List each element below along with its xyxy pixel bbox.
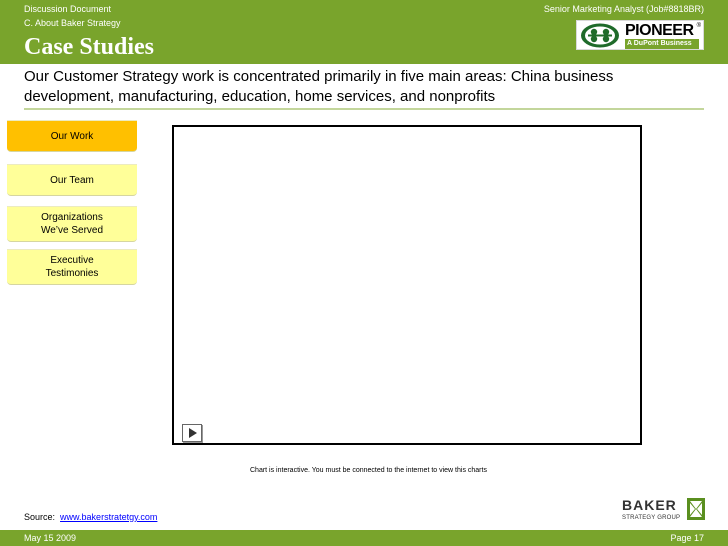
tab-our-team[interactable]: Our Team xyxy=(7,164,137,196)
baker-logo-sub: STRATEGY GROUP xyxy=(622,515,681,521)
tab-our-work[interactable]: Our Work xyxy=(7,120,137,152)
footer-bar: May 15 2009 Page 17 xyxy=(0,530,728,546)
tab-executive-testimonies[interactable]: Executive Testimonies xyxy=(7,249,137,285)
tab-label: Executive Testimonies xyxy=(45,255,99,279)
page-subtitle: Our Customer Strategy work is concentrat… xyxy=(24,68,614,105)
page-title: Case Studies xyxy=(24,34,155,60)
pioneer-logo-tagline: A DuPont Business xyxy=(625,39,699,49)
pioneer-logo: PIONEER A DuPont Business ® xyxy=(576,20,704,50)
source-line: Source: www.bakerstratetgy.com xyxy=(24,512,157,523)
baker-logo-name: BAKER xyxy=(622,497,677,513)
tab-label: Our Work xyxy=(50,130,94,142)
section-label: C. About Baker Strategy xyxy=(24,18,121,28)
source-prefix: Source: xyxy=(24,512,56,522)
chart-note: Chart is interactive. You must be connec… xyxy=(250,467,487,474)
tab-label: Organizations We’ve Served xyxy=(40,212,104,236)
source-link[interactable]: www.bakerstratetgy.com xyxy=(60,512,157,522)
registered-mark: ® xyxy=(696,23,701,29)
subtitle-divider xyxy=(24,108,704,110)
play-button[interactable] xyxy=(182,424,202,442)
header-bar: Discussion Document C. About Baker Strat… xyxy=(0,0,728,64)
tab-organizations-served[interactable]: Organizations We’ve Served xyxy=(7,206,137,242)
interactive-chart-frame[interactable] xyxy=(172,125,642,445)
pioneer-logo-name: PIONEER xyxy=(625,22,694,39)
play-icon xyxy=(183,425,201,441)
baker-mark-icon xyxy=(686,497,706,521)
job-label: Senior Marketing Analyst (Job#8818BR) xyxy=(543,4,704,14)
pioneer-mark-icon xyxy=(580,23,620,48)
tab-label: Our Team xyxy=(50,174,94,186)
baker-strategy-logo: BAKER STRATEGY GROUP xyxy=(622,497,706,527)
document-label: Discussion Document xyxy=(24,4,112,14)
footer-date: May 15 2009 xyxy=(24,533,77,543)
footer-page-number: Page 17 xyxy=(670,533,704,543)
